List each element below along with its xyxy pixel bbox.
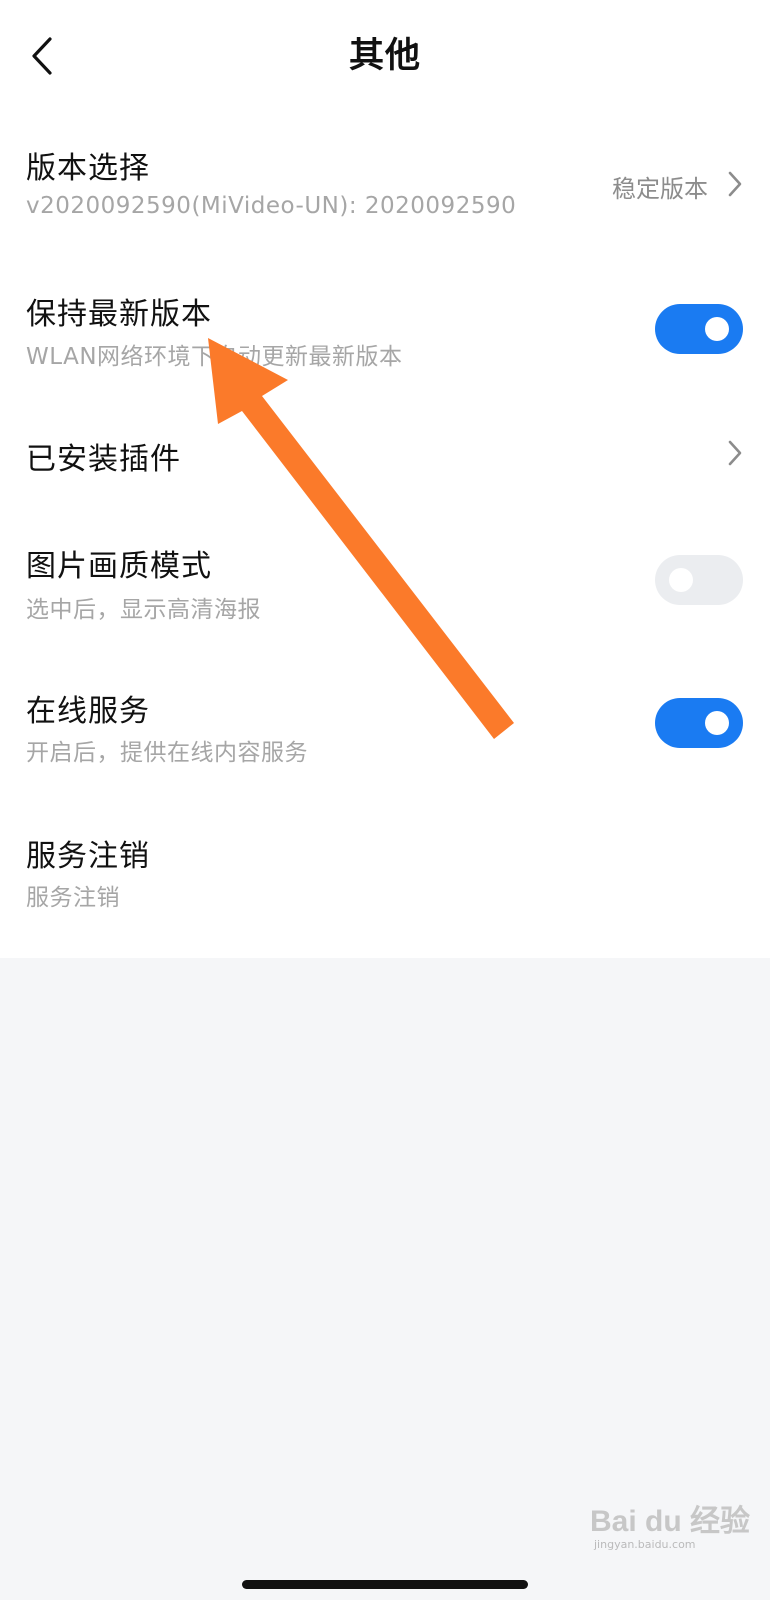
row-subtitle: 选中后，显示高清海报 (26, 597, 261, 623)
settings-row-image-quality[interactable]: 图片画质模式 选中后，显示高清海报 (0, 525, 770, 645)
watermark-subtext: jingyan.baidu.com (594, 1538, 696, 1551)
toggle-knob (705, 317, 729, 341)
page-title: 其他 (348, 36, 421, 76)
toggle-knob (669, 568, 693, 592)
settings-row-online-service[interactable]: 在线服务 开启后，提供在线内容服务 (0, 670, 770, 790)
row-subtitle: WLAN网络环境下自动更新最新版本 (26, 344, 403, 370)
row-title: 已安装插件 (26, 442, 181, 477)
row-title: 版本选择 (26, 151, 150, 186)
home-indicator[interactable] (242, 1580, 528, 1589)
row-title: 在线服务 (26, 694, 150, 729)
row-value: 稳定版本 (612, 175, 708, 203)
row-title: 图片画质模式 (26, 549, 212, 584)
watermark-logo: Bai du 经验 jingyan.baidu.com (590, 1486, 750, 1556)
settings-row-service-logout[interactable]: 服务注销 服务注销 (0, 815, 770, 935)
toggle-knob (705, 711, 729, 735)
row-title: 服务注销 (26, 839, 150, 874)
settings-row-version-select[interactable]: 版本选择 v2020092590(MiVideo-UN): 2020092590… (0, 125, 770, 245)
online-service-toggle[interactable] (655, 698, 743, 748)
settings-row-installed-plugins[interactable]: 已安装插件 (0, 420, 770, 510)
settings-panel: 其他 版本选择 v2020092590(MiVideo-UN): 2020092… (0, 0, 770, 958)
row-subtitle: 开启后，提供在线内容服务 (26, 740, 308, 766)
settings-row-keep-latest[interactable]: 保持最新版本 WLAN网络环境下自动更新最新版本 (0, 270, 770, 390)
chevron-right-icon (724, 438, 746, 468)
chevron-right-icon (724, 169, 746, 199)
row-title: 保持最新版本 (26, 297, 212, 332)
page-header: 其他 (0, 0, 770, 115)
row-subtitle: v2020092590(MiVideo-UN): 2020092590 (26, 193, 517, 219)
row-subtitle: 服务注销 (26, 885, 120, 911)
watermark-text: Bai du 经验 (590, 1505, 751, 1538)
image-quality-toggle[interactable] (655, 555, 743, 605)
keep-latest-toggle[interactable] (655, 304, 743, 354)
